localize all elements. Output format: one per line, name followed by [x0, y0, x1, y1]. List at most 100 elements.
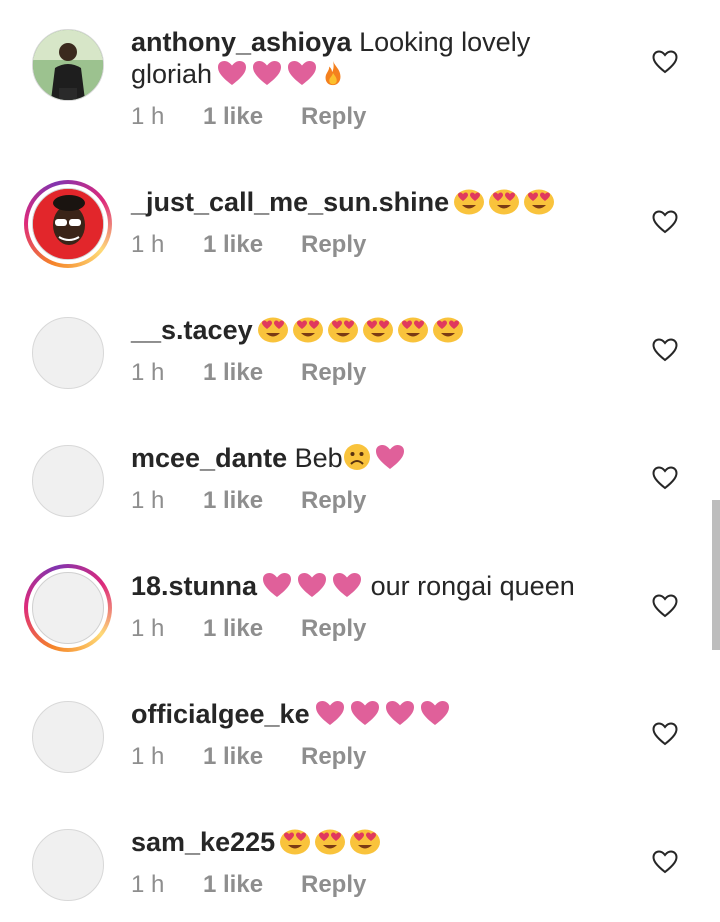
heart-emoji-icon — [375, 445, 404, 469]
comment-text: officialgee_ke — [131, 698, 601, 730]
heart-emoji-icon — [253, 61, 282, 85]
avatar[interactable] — [32, 701, 104, 773]
heart-eyes-emoji-icon — [454, 189, 485, 215]
heart-eyes-emoji-icon — [327, 317, 358, 343]
comment-time: 1 h — [131, 359, 165, 386]
sad-face-emoji-icon — [343, 444, 370, 470]
comment-item: mcee_dante Beb 1 h 1 like Reply — [0, 384, 720, 517]
comment-username[interactable]: sam_ke225 — [131, 827, 275, 857]
heart-emoji-icon — [263, 573, 292, 597]
avatar-placeholder — [32, 572, 104, 644]
reply-button[interactable]: Reply — [301, 487, 366, 515]
comment-time: 1 h — [131, 487, 165, 514]
heart-eyes-emoji-icon — [362, 317, 393, 343]
comment-item: officialgee_ke 1 h 1 like Reply — [0, 640, 720, 773]
reply-button[interactable]: Reply — [301, 103, 366, 131]
fire-emoji-icon — [325, 60, 341, 86]
heart-emoji-icon — [333, 573, 362, 597]
heart-emoji-icon — [385, 701, 414, 725]
comment-item: __s.tacey 1 h 1 like Reply — [0, 256, 720, 389]
likes-count[interactable]: 1 like — [203, 231, 301, 259]
comment-item: anthony_ashioya Looking lovely gloriah 1… — [0, 0, 720, 131]
scrollbar-thumb[interactable] — [712, 500, 720, 650]
heart-eyes-emoji-icon — [432, 317, 463, 343]
heart-emoji-icon — [298, 573, 327, 597]
comment-text: 18.stunna our rongai queen — [131, 570, 601, 602]
comment-username[interactable]: officialgee_ke — [131, 699, 310, 729]
comment-item: sam_ke225 1 h 1 like Reply — [0, 768, 720, 922]
likes-count[interactable]: 1 like — [203, 743, 301, 771]
comment-time: 1 h — [131, 231, 165, 258]
heart-outline-icon[interactable] — [652, 466, 678, 490]
comment-time: 1 h — [131, 871, 165, 898]
comment-body: gloriah — [131, 59, 213, 89]
heart-eyes-emoji-icon — [257, 317, 288, 343]
comment-body: our rongai queen — [370, 571, 575, 601]
heart-outline-icon[interactable] — [652, 850, 678, 874]
comment-text: sam_ke225 — [131, 826, 601, 858]
comment-body: Looking lovely — [359, 27, 531, 57]
emoji-group — [261, 571, 363, 599]
likes-count[interactable]: 1 like — [203, 871, 301, 899]
reply-button[interactable]: Reply — [301, 231, 366, 259]
comment-username[interactable]: anthony_ashioya — [131, 27, 352, 57]
heart-eyes-emoji-icon — [524, 189, 555, 215]
avatar-placeholder — [32, 317, 104, 389]
likes-count[interactable]: 1 like — [203, 487, 301, 515]
comment-text: anthony_ashioya Looking lovely gloriah — [131, 26, 601, 90]
comment-time: 1 h — [131, 103, 165, 130]
likes-count[interactable]: 1 like — [203, 615, 301, 643]
reply-button[interactable]: Reply — [301, 871, 366, 899]
comment-username[interactable]: _just_call_me_sun.shine — [131, 187, 449, 217]
heart-outline-icon[interactable] — [652, 594, 678, 618]
comment-text: mcee_dante Beb — [131, 442, 601, 474]
comment-item: _just_call_me_sun.shine 1 h 1 like Reply — [0, 128, 720, 268]
comment-username[interactable]: mcee_dante — [131, 443, 287, 473]
reply-button[interactable]: Reply — [301, 615, 366, 643]
comment-item: 18.stunna our rongai queen 1 h 1 like Re… — [0, 512, 720, 652]
emoji-group — [343, 443, 406, 471]
emoji-group — [279, 827, 381, 855]
emoji-group — [257, 315, 464, 343]
heart-outline-icon[interactable] — [652, 50, 678, 74]
avatar-placeholder — [32, 445, 104, 517]
likes-count[interactable]: 1 like — [203, 103, 301, 131]
heart-emoji-icon — [218, 61, 247, 85]
emoji-group — [216, 59, 345, 87]
heart-eyes-emoji-icon — [292, 317, 323, 343]
comment-text: _just_call_me_sun.shine — [131, 186, 601, 218]
avatar[interactable] — [32, 829, 104, 901]
comment-username[interactable]: 18.stunna — [131, 571, 257, 601]
avatar[interactable] — [32, 317, 104, 389]
avatar-photo — [32, 29, 104, 101]
comment-text: __s.tacey — [131, 314, 601, 346]
heart-eyes-emoji-icon — [315, 829, 346, 855]
comment-meta: 1 h 1 like Reply — [131, 870, 366, 900]
heart-outline-icon[interactable] — [652, 338, 678, 362]
heart-eyes-emoji-icon — [350, 829, 381, 855]
comment-body: Beb — [294, 443, 343, 473]
avatar-story-ring[interactable] — [24, 180, 112, 268]
heart-eyes-emoji-icon — [397, 317, 428, 343]
avatar-placeholder — [32, 829, 104, 901]
reply-button[interactable]: Reply — [301, 359, 366, 387]
avatar-story-ring[interactable] — [24, 564, 112, 652]
avatar[interactable] — [32, 445, 104, 517]
avatar[interactable] — [32, 29, 104, 101]
avatar-photo — [32, 188, 104, 260]
emoji-group — [314, 699, 451, 727]
avatar-ring-gap — [28, 568, 108, 648]
emoji-group — [453, 187, 555, 215]
heart-eyes-emoji-icon — [489, 189, 520, 215]
reply-button[interactable]: Reply — [301, 743, 366, 771]
comment-time: 1 h — [131, 615, 165, 642]
heart-emoji-icon — [315, 701, 344, 725]
heart-emoji-icon — [288, 61, 317, 85]
avatar-placeholder — [32, 701, 104, 773]
heart-outline-icon[interactable] — [652, 722, 678, 746]
heart-outline-icon[interactable] — [652, 210, 678, 234]
likes-count[interactable]: 1 like — [203, 359, 301, 387]
heart-eyes-emoji-icon — [280, 829, 311, 855]
comment-username[interactable]: __s.tacey — [131, 315, 253, 345]
avatar-ring-gap — [28, 184, 108, 264]
